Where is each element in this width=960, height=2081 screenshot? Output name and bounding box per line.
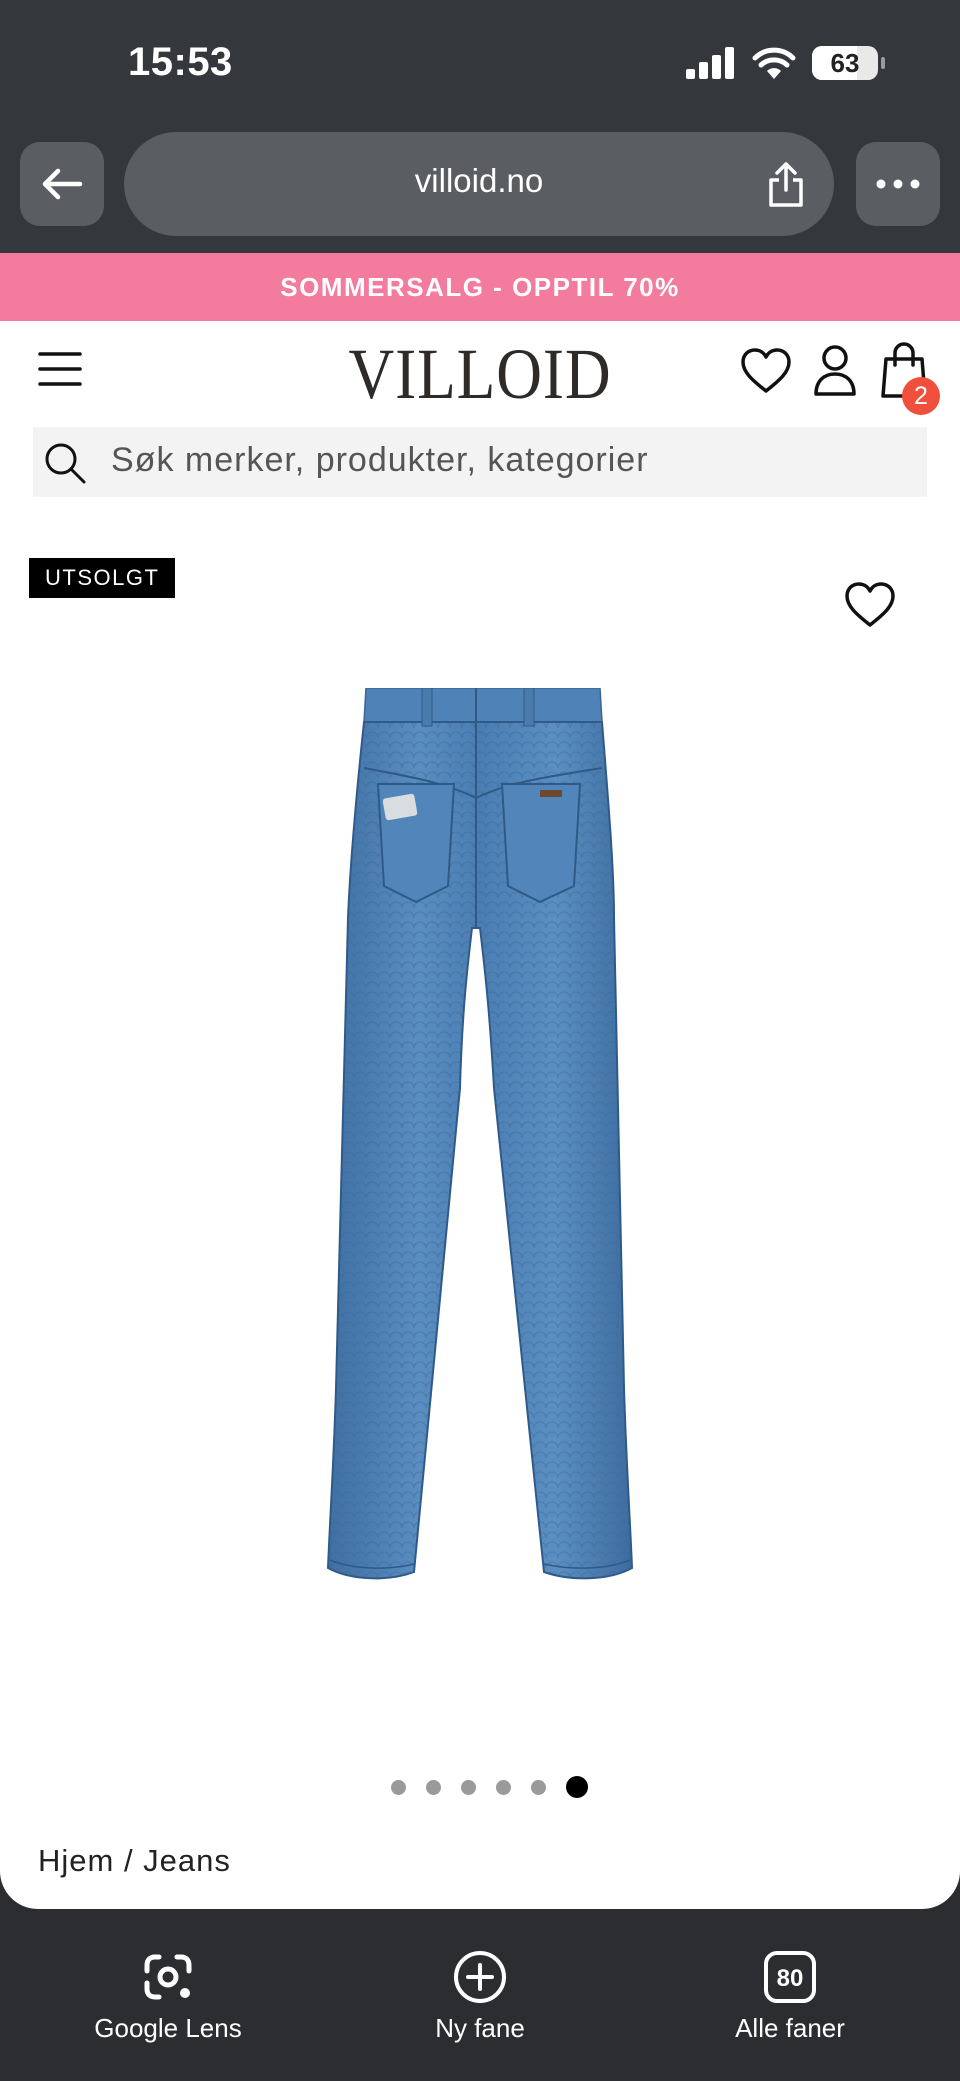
site-header: VILLOID 2 — [0, 321, 960, 421]
back-button[interactable] — [20, 142, 104, 226]
web-page: SOMMERSALG - OPPTIL 70% VILLOID 2 Søk me… — [0, 253, 960, 1909]
wishlist-heart-icon[interactable] — [740, 347, 792, 395]
search-icon — [45, 443, 86, 484]
new-tab-label: Ny fane — [435, 2013, 525, 2043]
promo-banner[interactable]: SOMMERSALG - OPPTIL 70% — [0, 253, 960, 321]
more-options-button[interactable] — [856, 142, 940, 226]
arrow-left-icon — [42, 168, 83, 200]
wifi-icon — [752, 47, 796, 79]
carousel-dot[interactable] — [530, 1779, 546, 1795]
google-lens-icon — [144, 1954, 192, 2000]
carousel-dot[interactable] — [460, 1779, 476, 1795]
all-tabs-button[interactable]: 80 Alle faner — [660, 1947, 920, 2044]
cart-count-badge: 2 — [902, 377, 940, 415]
carousel-dot[interactable] — [495, 1779, 511, 1795]
image-carousel-dots — [0, 1776, 960, 1798]
status-icons: 63 — [686, 46, 885, 80]
url-text: villoid.no — [414, 162, 544, 199]
status-time: 15:53 — [128, 40, 233, 84]
google-lens-button[interactable]: Google Lens — [38, 1947, 298, 2044]
battery-icon: 63 — [812, 46, 885, 80]
share-icon[interactable] — [766, 162, 806, 208]
browser-bottom-bar: Google Lens Ny fane 80 Alle faner — [0, 1909, 960, 2081]
ellipsis-icon — [876, 179, 920, 189]
product-image-jeans[interactable] — [318, 688, 638, 1588]
account-user-icon[interactable] — [812, 343, 858, 397]
address-bar[interactable]: villoid.no — [124, 132, 834, 236]
tabs-icon: 80 — [764, 1951, 816, 2003]
status-bar: 15:53 63 — [0, 0, 960, 130]
new-tab-button[interactable]: Ny fane — [350, 1947, 610, 2044]
browser-toolbar: villoid.no — [0, 130, 960, 253]
cellular-signal-icon — [686, 47, 734, 79]
search-input[interactable]: Søk merker, produkter, kategorier — [33, 427, 927, 497]
google-lens-label: Google Lens — [94, 2013, 242, 2043]
carousel-dot[interactable] — [390, 1779, 406, 1795]
sold-out-badge: UTSOLGT — [29, 558, 176, 598]
battery-level: 63 — [830, 47, 860, 78]
add-to-wishlist-heart-icon[interactable] — [844, 581, 896, 629]
new-tab-icon — [454, 1951, 506, 2003]
search-placeholder: Søk merker, produkter, kategorier — [111, 441, 649, 479]
tabs-count: 80 — [777, 1965, 804, 1992]
carousel-dot-active[interactable] — [565, 1776, 588, 1798]
carousel-dot[interactable] — [425, 1779, 441, 1795]
breadcrumb[interactable]: Hjem / Jeans — [38, 1843, 231, 1879]
all-tabs-label: Alle faner — [735, 2013, 845, 2043]
